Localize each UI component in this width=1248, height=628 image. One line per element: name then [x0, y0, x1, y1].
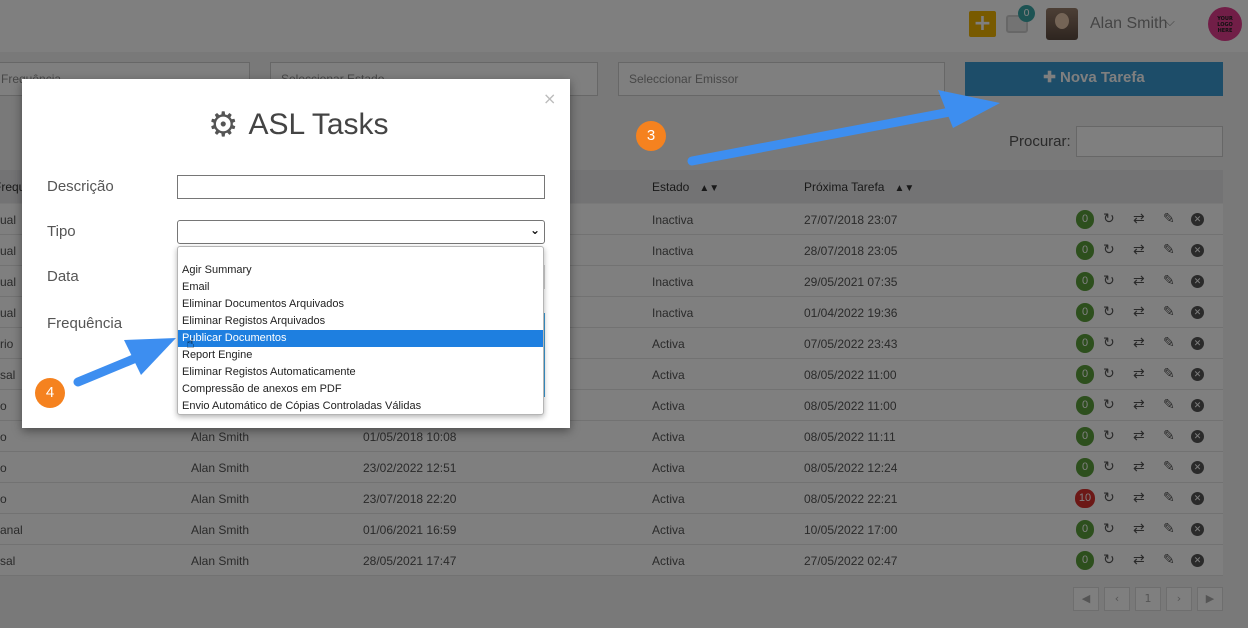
- step-4-marker: 4: [35, 378, 65, 408]
- arrow-3: [687, 90, 1000, 166]
- step-3-marker: 3: [636, 121, 666, 151]
- arrow-4: [73, 338, 176, 387]
- annotation-arrows: [73, 90, 1000, 387]
